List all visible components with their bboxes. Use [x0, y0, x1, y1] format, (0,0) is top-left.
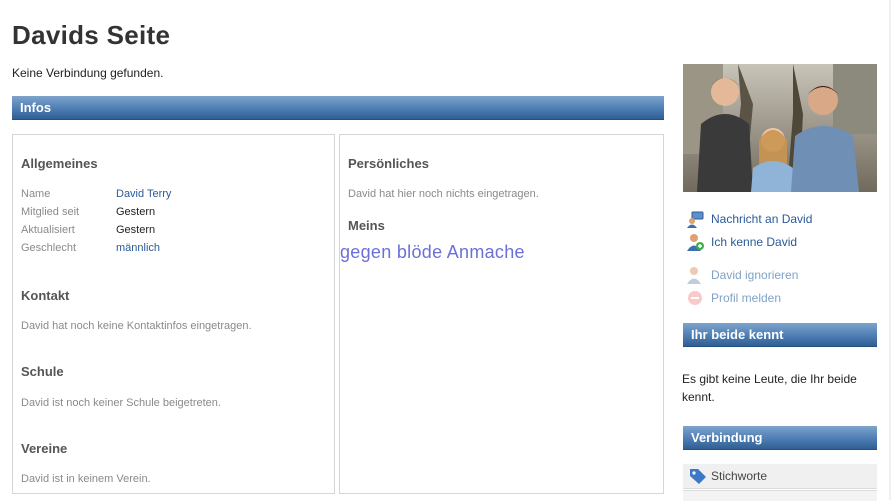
clubs-heading: Vereine — [21, 441, 68, 456]
mutual-friends-header: Ihr beide kennt — [683, 323, 877, 347]
personal-info-panel: Persönliches David hat hier noch nichts … — [339, 134, 664, 494]
add-contact-icon — [686, 233, 704, 251]
tag-icon — [689, 468, 707, 489]
info-row-gender: Geschlecht männlich — [21, 242, 321, 258]
personal-heading: Persönliches — [348, 156, 429, 171]
clubs-text: David ist in keinem Verein. — [21, 473, 151, 485]
contact-heading: Kontakt — [21, 288, 70, 303]
ignore-user-icon — [686, 266, 704, 284]
message-icon — [686, 210, 704, 228]
profile-photo[interactable] — [683, 64, 877, 192]
info-label: Geschlecht — [21, 242, 77, 254]
info-row-name: Name David Terry — [21, 188, 321, 204]
infos-header: Infos — [12, 96, 664, 120]
report-icon — [686, 289, 704, 307]
school-heading: Schule — [21, 364, 64, 379]
info-label: Aktualisiert — [21, 224, 75, 236]
name-link[interactable]: David Terry — [116, 188, 171, 200]
sidebar-list-item[interactable] — [683, 490, 877, 501]
contact-text: David hat noch keine Kontaktinfos einget… — [21, 320, 252, 332]
info-label: Name — [21, 188, 51, 200]
info-row-updated: Aktualisiert Gestern — [21, 224, 321, 240]
personal-text: David hat hier noch nichts eingetragen. — [348, 188, 539, 200]
info-value: Gestern — [116, 206, 156, 218]
keywords-item[interactable]: Stichworte — [683, 464, 877, 489]
ignore-user-label: David ignorieren — [711, 268, 799, 282]
info-value: Gestern — [116, 224, 156, 236]
send-message-label: Nachricht an David — [711, 212, 813, 226]
general-heading: Allgemeines — [21, 156, 98, 171]
mine-overlay-text: gegen blöde Anmache — [340, 242, 525, 262]
general-info-panel: Allgemeines Name David Terry Mitglied se… — [12, 134, 335, 494]
info-row-member-since: Mitglied seit Gestern — [21, 206, 321, 222]
gender-link[interactable]: männlich — [116, 242, 160, 254]
mutual-friends-text: Es gibt keine Leute, die Ihr beide kennt… — [682, 372, 857, 404]
info-label: Mitglied seit — [21, 206, 80, 218]
connection-header: Verbindung — [683, 426, 877, 450]
keywords-label: Stichworte — [711, 469, 768, 483]
page-title: Davids Seite — [12, 20, 171, 50]
mine-heading: Meins — [348, 218, 385, 233]
know-user-label: Ich kenne David — [711, 235, 798, 249]
school-text: David ist noch keiner Schule beigetreten… — [21, 397, 221, 409]
report-profile-label: Profil melden — [711, 291, 782, 305]
connection-status: Keine Verbindung gefunden. — [12, 66, 164, 80]
